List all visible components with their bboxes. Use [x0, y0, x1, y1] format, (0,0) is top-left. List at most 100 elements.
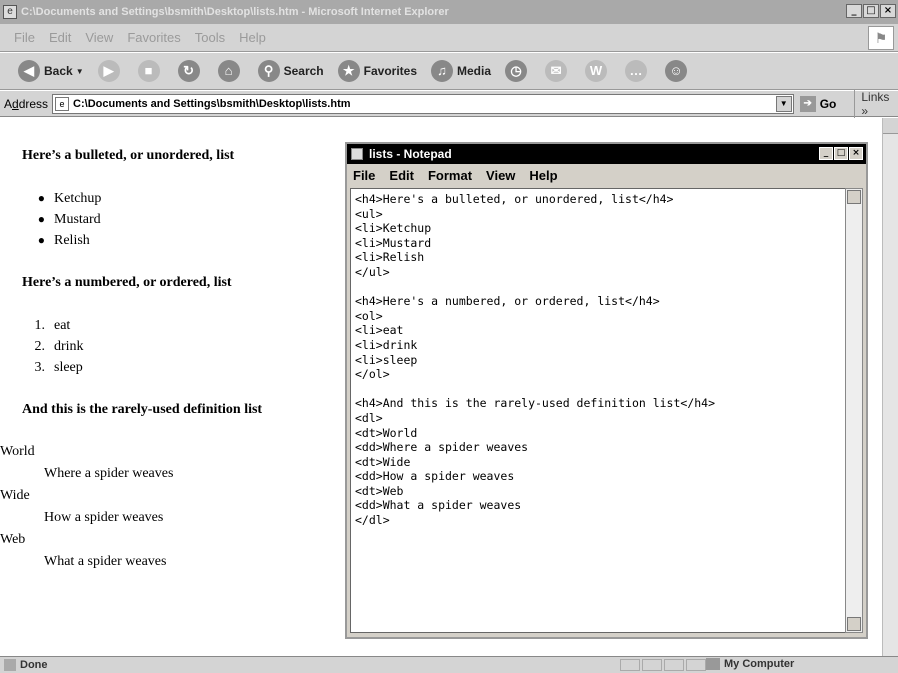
menu-help[interactable]: Help — [239, 30, 266, 45]
search-label: Search — [283, 64, 324, 78]
back-label: Back — [44, 64, 73, 78]
media-icon: ♫ — [431, 60, 453, 82]
address-bar: Address e C:\Documents and Settings\bsmi… — [0, 89, 898, 118]
my-computer-icon — [706, 658, 720, 670]
address-url: C:\Documents and Settings\bsmith\Desktop… — [73, 97, 351, 110]
notepad-line: </dl> — [355, 513, 390, 528]
notepad-menu-view[interactable]: View — [486, 168, 515, 183]
list-item: ● Relish — [22, 230, 101, 251]
notepad-line: <dt>Wide — [355, 454, 411, 469]
notepad-line: <dd>What a spider weaves — [355, 498, 522, 513]
forward-arrow-icon: ▶ — [97, 60, 120, 82]
page-scrollbar[interactable] — [882, 118, 898, 656]
notepad-line: <ol> — [355, 308, 383, 323]
address-dropdown-icon[interactable]: ▼ — [775, 95, 792, 112]
notepad-line: <dd>Where a spider weaves — [355, 440, 529, 455]
notepad-close-button[interactable]: × — [849, 147, 863, 160]
favorites-label: Favorites — [363, 64, 417, 78]
notepad-line: <h4>Here's a numbered, or ordered, list<… — [355, 294, 660, 309]
back-button[interactable]: ◀ Back ▼ — [18, 60, 84, 82]
notepad-menu-file[interactable]: File — [353, 168, 375, 183]
forward-button[interactable]: ▶ — [97, 60, 124, 82]
notepad-line: <h4>Here's a bulleted, or unordered, lis… — [355, 192, 674, 206]
bullet-icon: ● — [37, 212, 45, 226]
history-button[interactable]: ◷ — [505, 60, 531, 82]
definition-term: Wide — [0, 488, 30, 503]
status-done: Done — [4, 659, 48, 671]
bullet-icon: ● — [37, 191, 45, 205]
notepad-line: <li>drink — [355, 337, 418, 352]
favorites-star-icon: ★ — [337, 60, 360, 82]
status-bar: Done My Computer — [0, 656, 898, 673]
edit-button[interactable]: W — [585, 60, 611, 82]
address-label: Address — [4, 96, 49, 111]
search-button[interactable]: ⚲ Search — [257, 60, 324, 82]
close-button[interactable]: × — [880, 4, 896, 18]
links-button[interactable]: Links » — [854, 89, 898, 118]
menu-file[interactable]: File — [14, 30, 35, 45]
internet-explorer-icon: e — [3, 5, 17, 19]
home-button[interactable]: ⌂ — [217, 60, 244, 82]
notepad-line: <li>sleep — [355, 352, 418, 367]
stop-button[interactable]: ■ — [137, 60, 164, 82]
status-zone: My Computer — [706, 658, 794, 670]
notepad-maximize-button[interactable]: □ — [834, 147, 848, 160]
notepad-scrollbar[interactable] — [845, 188, 863, 633]
stop-icon: ■ — [137, 60, 160, 82]
notepad-title: lists - Notepad — [369, 147, 452, 161]
menu-view[interactable]: View — [85, 30, 113, 45]
list-item: ● Ketchup — [22, 188, 102, 209]
go-arrow-icon: ➔ — [799, 95, 816, 112]
notepad-window[interactable]: lists - Notepad _ □ × File Edit Format V… — [345, 142, 868, 639]
notepad-icon — [351, 148, 363, 160]
go-button[interactable]: ➔ Go — [799, 95, 836, 112]
notepad-minimize-button[interactable]: _ — [819, 147, 833, 160]
media-button[interactable]: ♫ Media — [431, 60, 491, 82]
address-input[interactable]: e C:\Documents and Settings\bsmith\Deskt… — [52, 93, 794, 114]
notepad-line: <li>Relish — [355, 250, 425, 265]
notepad-line: <ul> — [355, 206, 383, 221]
notepad-line: <dl> — [355, 410, 383, 425]
notepad-menu-help[interactable]: Help — [529, 168, 557, 183]
scroll-up-button[interactable] — [883, 118, 898, 134]
favorites-button[interactable]: ★ Favorites — [337, 60, 417, 82]
definition-term: Web — [0, 532, 26, 547]
discuss-icon: … — [625, 60, 648, 82]
menu-edit[interactable]: Edit — [49, 30, 71, 45]
ordered-list: 1. eat 2. drink 3. sleep — [22, 315, 84, 378]
menu-tools[interactable]: Tools — [195, 30, 225, 45]
notepad-scroll-up-button[interactable] — [847, 190, 861, 204]
notepad-line: <li>Ketchup — [355, 221, 432, 236]
search-icon: ⚲ — [257, 60, 280, 82]
home-icon: ⌂ — [217, 60, 240, 82]
back-dropdown-icon[interactable]: ▼ — [76, 67, 84, 76]
messenger-button[interactable]: ☺ — [665, 60, 691, 82]
refresh-button[interactable]: ↻ — [177, 60, 204, 82]
menu-favorites[interactable]: Favorites — [127, 30, 180, 45]
list-item: ● Mustard — [22, 209, 101, 230]
discuss-button[interactable]: … — [625, 60, 651, 82]
window-title: C:\Documents and Settings\bsmith\Desktop… — [21, 6, 449, 18]
minimize-button[interactable]: _ — [846, 4, 862, 18]
notepad-line: </ul> — [355, 264, 390, 279]
browser-title-bar[interactable]: e C:\Documents and Settings\bsmith\Deskt… — [0, 0, 898, 24]
browser-toolbar: ◀ Back ▼ ▶ ■ ↻ ⌂ ⚲ Search ★ Favorites ♫ … — [0, 53, 898, 90]
heading-definition: And this is the rarely-used definition l… — [22, 402, 263, 417]
notepad-line: </ol> — [355, 367, 390, 382]
mail-icon: ✉ — [545, 60, 568, 82]
unordered-list: ● Ketchup ● Mustard ● Relish — [22, 188, 102, 251]
back-arrow-icon: ◀ — [18, 60, 40, 82]
mail-button[interactable]: ✉ — [545, 60, 571, 82]
media-label: Media — [457, 64, 492, 78]
notepad-line — [355, 382, 841, 397]
notepad-menu-edit[interactable]: Edit — [389, 168, 414, 183]
notepad-title-bar[interactable]: lists - Notepad _ □ × — [347, 144, 866, 164]
maximize-button[interactable]: □ — [863, 4, 879, 18]
history-icon: ◷ — [505, 60, 528, 82]
notepad-menu-format[interactable]: Format — [428, 168, 472, 183]
notepad-scroll-down-button[interactable] — [847, 617, 861, 631]
notepad-text-area[interactable]: <h4>Here's a bulleted, or unordered, lis… — [350, 188, 846, 633]
refresh-icon: ↻ — [177, 60, 200, 82]
heading-ordered: Here’s a numbered, or ordered, list — [22, 275, 232, 290]
notepad-line: <dt>Web — [355, 483, 404, 498]
